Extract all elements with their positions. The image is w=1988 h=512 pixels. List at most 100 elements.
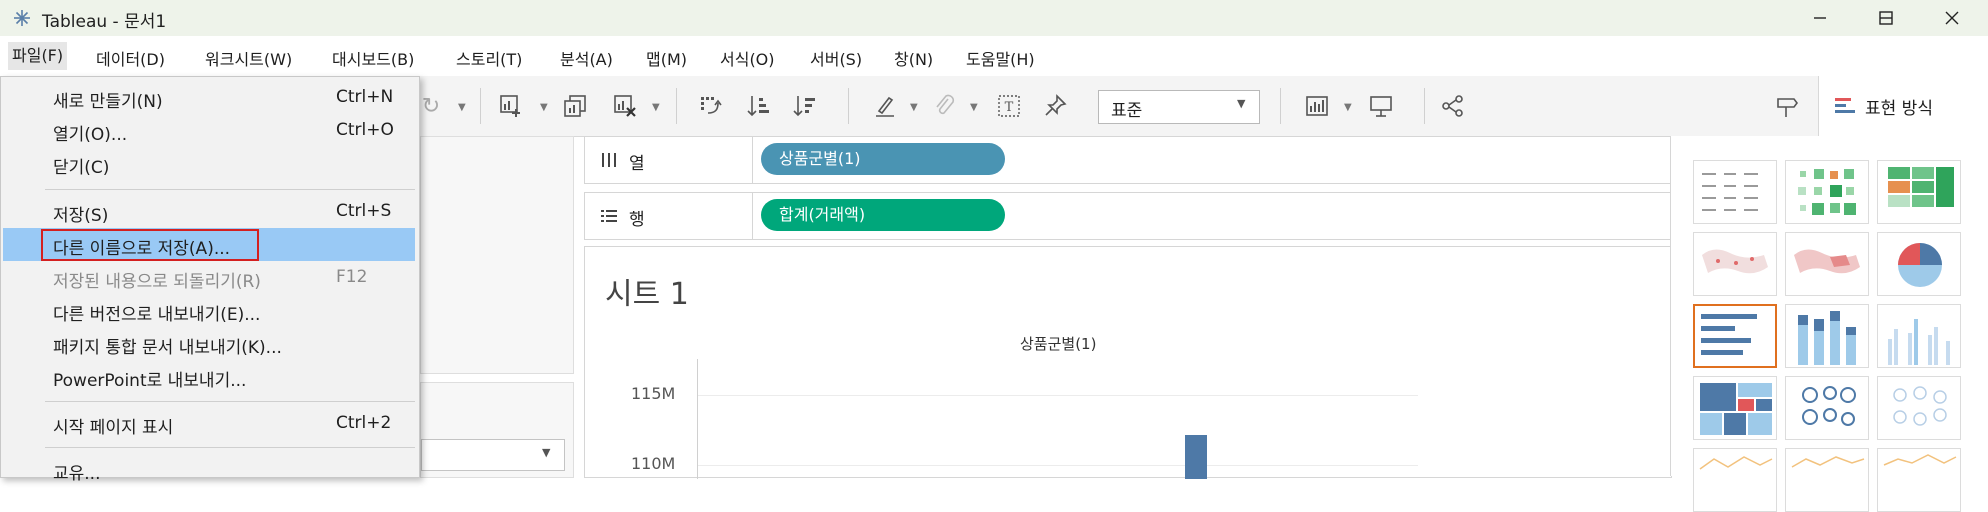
swap-rows-columns-button[interactable]: [694, 90, 728, 122]
chart-thumb-horizontal-bars[interactable]: [1693, 304, 1777, 368]
menu-worksheet[interactable]: 워크시트(W): [205, 46, 292, 70]
show-me-tab[interactable]: 표현 방식: [1818, 76, 1988, 136]
chart-thumb-circle-views[interactable]: [1785, 376, 1869, 440]
menu-item-label: 다른 이름으로 저장(A)...: [53, 239, 231, 259]
chart-thumb-highlight-table[interactable]: [1877, 160, 1961, 224]
menu-item-label: 다른 버전으로 내보내기(E)...: [53, 305, 261, 325]
menu-item-save-as[interactable]: 다른 이름으로 저장(A)...: [3, 228, 415, 261]
sort-ascending-button[interactable]: [742, 90, 776, 122]
menu-item-revert[interactable]: 저장된 내용으로 되돌리기(R) F12: [3, 261, 415, 294]
menu-item-open[interactable]: 열기(O)... Ctrl+O: [3, 114, 415, 147]
rows-icon: [601, 210, 617, 222]
data-pane: [420, 136, 574, 374]
menu-map[interactable]: 맵(M): [646, 46, 687, 70]
menu-item-label: 저장된 내용으로 되돌리기(R): [53, 272, 261, 292]
menu-item-new[interactable]: 새로 만들기(N) Ctrl+N: [3, 81, 415, 114]
presentation-mode-button[interactable]: [1364, 90, 1398, 122]
maximize-button[interactable]: [1856, 0, 1916, 36]
show-mark-labels-button[interactable]: T: [992, 90, 1026, 122]
chevron-down-icon: ▼: [652, 102, 660, 113]
paperclip-icon: [936, 94, 955, 115]
rows-shelf[interactable]: 합계(거래액): [752, 192, 1672, 240]
rows-shelf-header: 행: [584, 192, 754, 240]
close-button[interactable]: [1922, 0, 1982, 36]
menu-item-close[interactable]: 닫기(C): [3, 147, 415, 180]
column-header: 상품군별(1): [1020, 335, 1097, 353]
menu-item-export-version[interactable]: 다른 버전으로 내보내기(E)...: [3, 294, 415, 327]
menu-item-export-packaged[interactable]: 패키지 통합 문서 내보내기(K)...: [3, 327, 415, 360]
columns-shelf[interactable]: 상품군별(1): [752, 136, 1672, 184]
chart-thumb-side-by-side-bars[interactable]: [1877, 304, 1961, 368]
menu-item-label: 닫기(C): [53, 158, 110, 178]
chart-thumb-dual-lines[interactable]: [1877, 448, 1961, 512]
menu-item-export-powerpoint[interactable]: PowerPoint로 내보내기...: [3, 360, 415, 393]
pen-icon: [876, 96, 894, 117]
new-worksheet-button[interactable]: [494, 90, 528, 122]
marks-pane: ▼: [420, 382, 574, 478]
menu-dashboard[interactable]: 대시보드(B): [332, 46, 414, 70]
chart-thumb-line-discrete[interactable]: [1785, 448, 1869, 512]
chevron-down-icon: ▼: [910, 102, 918, 113]
chart-thumb-heat-map[interactable]: [1785, 160, 1869, 224]
menu-item-shortcut: Ctrl+O: [336, 120, 394, 140]
signpost-icon: [1777, 98, 1798, 117]
fit-value: 표준: [1111, 101, 1143, 121]
show-cards-button[interactable]: [1300, 90, 1334, 122]
circle-views-icon: [1802, 386, 1856, 426]
highlight-table-icon: [1888, 167, 1954, 207]
mark-type-dropdown[interactable]: ▼: [421, 439, 565, 471]
cards-icon: [1306, 96, 1328, 116]
menu-analysis[interactable]: 분석(A): [560, 46, 613, 70]
menu-file[interactable]: 파일(F): [8, 42, 68, 70]
fix-axes-button[interactable]: [1038, 90, 1072, 122]
menu-format[interactable]: 서식(O): [720, 46, 775, 70]
menu-separator: [45, 447, 415, 448]
menu-item-shortcut: Ctrl+S: [336, 201, 392, 221]
chart-thumb-treemap[interactable]: [1693, 376, 1777, 440]
tooltip-pin-button[interactable]: [1770, 90, 1804, 122]
menu-data[interactable]: 데이터(D): [96, 46, 165, 70]
chart-thumb-filled-map[interactable]: [1785, 232, 1869, 296]
highlight-button[interactable]: [868, 90, 902, 122]
menu-separator: [45, 189, 415, 190]
new-worksheet-icon: [500, 95, 520, 117]
chart-thumb-line-continuous[interactable]: [1693, 448, 1777, 512]
minimize-button[interactable]: [1790, 0, 1850, 36]
menu-server[interactable]: 서버(S): [810, 46, 862, 70]
columns-pill[interactable]: 상품군별(1): [761, 143, 1005, 175]
menu-item-start-page[interactable]: 시작 페이지 표시 Ctrl+2: [3, 407, 415, 440]
sort-descending-button[interactable]: [788, 90, 822, 122]
chart-thumb-pie[interactable]: [1877, 232, 1961, 296]
chart-thumb-text-table[interactable]: [1693, 160, 1777, 224]
menu-item-label: 열기(O)...: [53, 125, 128, 145]
bar-mark[interactable]: [1185, 435, 1207, 479]
menu-item-share[interactable]: 교유...: [3, 453, 415, 486]
sort-descending-icon: [793, 96, 815, 117]
duplicate-sheet-button[interactable]: [558, 90, 592, 122]
maximize-icon: [1879, 11, 1893, 25]
show-me-panel: [1670, 136, 1988, 512]
stacked-bars-icon: [1798, 311, 1856, 365]
line-chart-icon: [1791, 456, 1865, 468]
menu-item-label: PowerPoint로 내보내기...: [53, 371, 247, 391]
chevron-down-icon: ▼: [542, 446, 551, 459]
symbol-map-icon: [1702, 249, 1768, 274]
chart-thumb-side-by-side-circles[interactable]: [1877, 376, 1961, 440]
menu-item-label: 저장(S): [53, 206, 109, 226]
chevron-down-icon: ▼: [458, 102, 466, 113]
chart-thumb-stacked-bars[interactable]: [1785, 304, 1869, 368]
menu-window[interactable]: 창(N): [894, 46, 933, 70]
clear-sheet-button[interactable]: [608, 90, 642, 122]
menu-help[interactable]: 도움말(H): [966, 46, 1035, 70]
duplicate-icon: [564, 95, 586, 117]
text-table-icon: [1702, 173, 1758, 211]
menu-item-save[interactable]: 저장(S) Ctrl+S: [3, 195, 415, 228]
group-members-button[interactable]: [928, 90, 962, 122]
share-button[interactable]: [1436, 90, 1470, 122]
chart-thumb-symbol-map[interactable]: [1693, 232, 1777, 296]
menu-story[interactable]: 스토리(T): [456, 46, 522, 70]
fit-dropdown[interactable]: 표준 ▼: [1098, 90, 1260, 124]
svg-text:T: T: [1005, 100, 1014, 115]
tableau-logo-icon: [14, 10, 30, 26]
rows-pill[interactable]: 합계(거래액): [761, 199, 1005, 231]
